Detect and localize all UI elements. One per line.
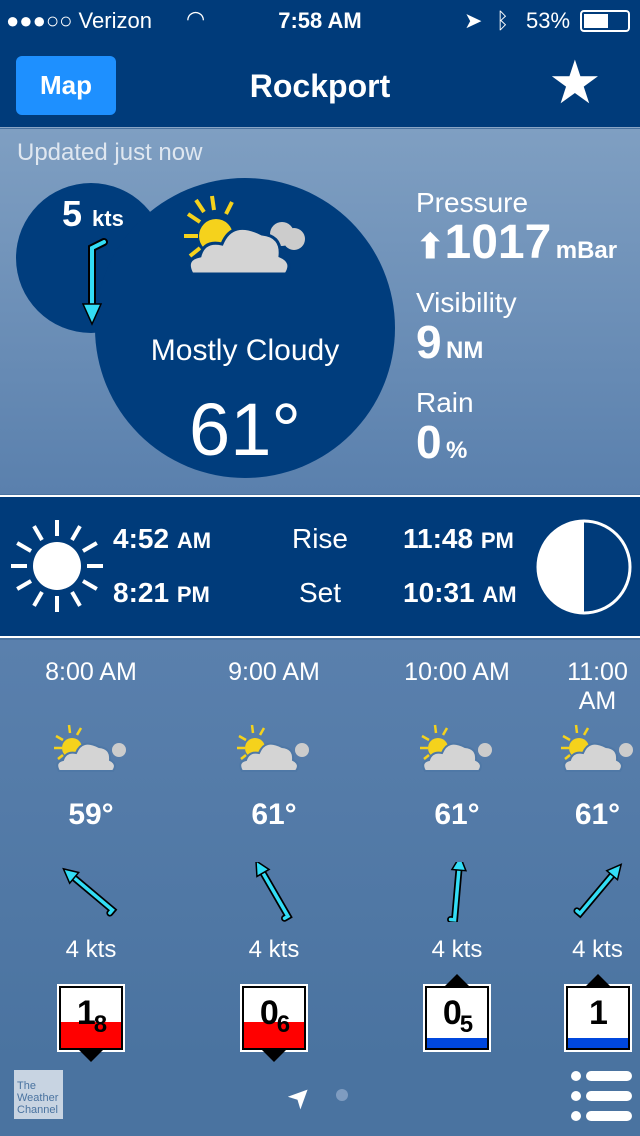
pressure-unit: mBar [555, 237, 618, 264]
visibility-value: 9 NM [416, 315, 483, 369]
menu-list-icon[interactable] [568, 1068, 634, 1124]
tide-rising-arrow-icon [585, 974, 610, 986]
updated-text: Updated just now [17, 139, 203, 166]
hour-wind: 4 kts [431, 936, 483, 963]
battery-percent: 53% [526, 8, 571, 33]
current-conditions: Updated just now 5 kts Mostly Cloudy 61°… [0, 129, 640, 494]
tide-height-whole: 0 [259, 994, 279, 1032]
visibility-number: 9 [416, 316, 442, 368]
hour-column: 11:00 AM 61° 4 kts 1 [555, 640, 640, 1060]
hour-wind: 4 kts [248, 936, 300, 963]
hour-wind: 4 kts [572, 936, 623, 963]
sunrise-time: 4:52 AM [113, 523, 211, 555]
hour-wind: 4 kts [65, 936, 117, 963]
tide-badge: 06 [240, 984, 308, 1062]
weather-channel-logo[interactable]: The Weather Channel [14, 1070, 63, 1119]
tide-height: 06 [244, 994, 304, 1038]
tide-height-whole: 1 [76, 994, 96, 1032]
current-temp: 61° [189, 388, 301, 471]
sunset-time: 8:21 PM [113, 577, 210, 609]
moonset-ampm: AM [482, 582, 517, 607]
tide-height: 1 [568, 994, 628, 1033]
wind-arrow-icon [255, 862, 293, 922]
hour-column: 8:00 AM 59° 4 kts 18 [6, 640, 176, 1062]
hour-temp: 61° [434, 798, 480, 831]
wind-unit: kts [92, 206, 124, 231]
hour-icon [372, 724, 542, 779]
moonset-value: 10:31 [403, 577, 475, 608]
sunrise-value: 4:52 [113, 523, 170, 554]
tide-rising-arrow-icon [445, 974, 469, 986]
moonrise-ampm: PM [480, 528, 514, 553]
tide-falling-arrow-icon [79, 1050, 103, 1062]
partly-cloudy-icon [237, 724, 309, 772]
current-location-icon[interactable]: ➤ [280, 1077, 320, 1117]
hour-icon [555, 724, 640, 779]
partly-cloudy-icon [560, 724, 633, 772]
wind-speed-value: 5 [62, 193, 83, 234]
set-label: Set [298, 577, 342, 608]
partly-cloudy-icon [420, 724, 492, 772]
bluetooth-icon: ᛒ [496, 8, 510, 33]
hourly-forecast[interactable]: 8:00 AM 59° 4 kts 18 9:00 AM 61° 4 kts 0… [0, 640, 640, 1062]
hour-time: 8:00 AM [45, 658, 137, 686]
sunrise-ampm: AM [176, 528, 212, 553]
rain-unit: % [446, 437, 468, 464]
moonrise-value: 11:48 [403, 523, 474, 554]
hour-temp: 59° [68, 798, 114, 831]
favorite-star-icon[interactable]: ★ [548, 48, 602, 118]
hour-temp: 61° [251, 798, 297, 831]
tide-height-decimal: 5 [459, 1011, 473, 1038]
wind-arrow-icon [62, 867, 118, 917]
pressure-rising-arrow-icon: ⬆ [416, 228, 445, 266]
page-indicator-dot[interactable] [336, 1089, 348, 1101]
tide-badge: 05 [423, 974, 491, 1052]
tide-badge: 1 [563, 974, 632, 1052]
hour-time: 11:00 AM [567, 658, 628, 715]
wind-arrow-icon [572, 863, 622, 919]
hour-column: 9:00 AM 61° 4 kts 06 [189, 640, 359, 1062]
nav-bar: Map Rockport ★ [0, 40, 640, 128]
location-icon: ➤ [464, 8, 483, 33]
hour-icon [6, 724, 176, 779]
hour-temp: 61° [574, 798, 621, 831]
hour-column: 10:00 AM 61° 4 kts 05 [372, 640, 542, 1060]
battery-icon [580, 10, 630, 32]
wind-arrow-icon [81, 238, 108, 326]
hour-time: 10:00 AM [404, 658, 510, 686]
tide-falling-arrow-icon [262, 1050, 286, 1062]
sun-moon-panel: 4:52 AM 8:21 PM Rise Set 11:48 PM 10:31 … [0, 495, 640, 638]
sun-icon [11, 520, 103, 612]
moon-phase-icon [536, 519, 632, 615]
wind-arrow-icon [447, 862, 468, 922]
moonrise-time: 11:48 PM [403, 523, 514, 555]
tide-height-whole: 0 [442, 994, 462, 1032]
rain-value: 0 % [416, 415, 467, 469]
hour-time: 9:00 AM [228, 658, 320, 686]
partly-cloudy-icon [54, 724, 126, 772]
tide-height-whole: 1 [589, 994, 608, 1032]
condition-text: Mostly Cloudy [150, 334, 340, 367]
tide-height-decimal: 6 [276, 1011, 290, 1038]
page-title: Rockport [249, 68, 391, 104]
tide-badge: 18 [57, 984, 125, 1062]
rise-label: Rise [291, 523, 348, 554]
tide-height: 05 [427, 994, 487, 1038]
wind-speed: 5 kts [62, 193, 124, 235]
rain-number: 0 [416, 416, 442, 468]
partly-cloudy-icon [184, 195, 305, 276]
pressure-number: 1017 [444, 216, 552, 269]
moonset-time: 10:31 AM [403, 577, 517, 609]
tide-height: 18 [61, 994, 121, 1038]
pressure-value: ⬆1017 mBar [416, 215, 617, 270]
tide-height-decimal: 8 [93, 1011, 107, 1038]
status-bar: ●●●○○ Verizon ◠ 7:58 AM ➤ ᛒ 53% [0, 0, 640, 40]
visibility-unit: NM [446, 337, 484, 364]
sunset-ampm: PM [176, 582, 210, 607]
hour-icon [189, 724, 359, 779]
sunset-value: 8:21 [113, 577, 170, 608]
